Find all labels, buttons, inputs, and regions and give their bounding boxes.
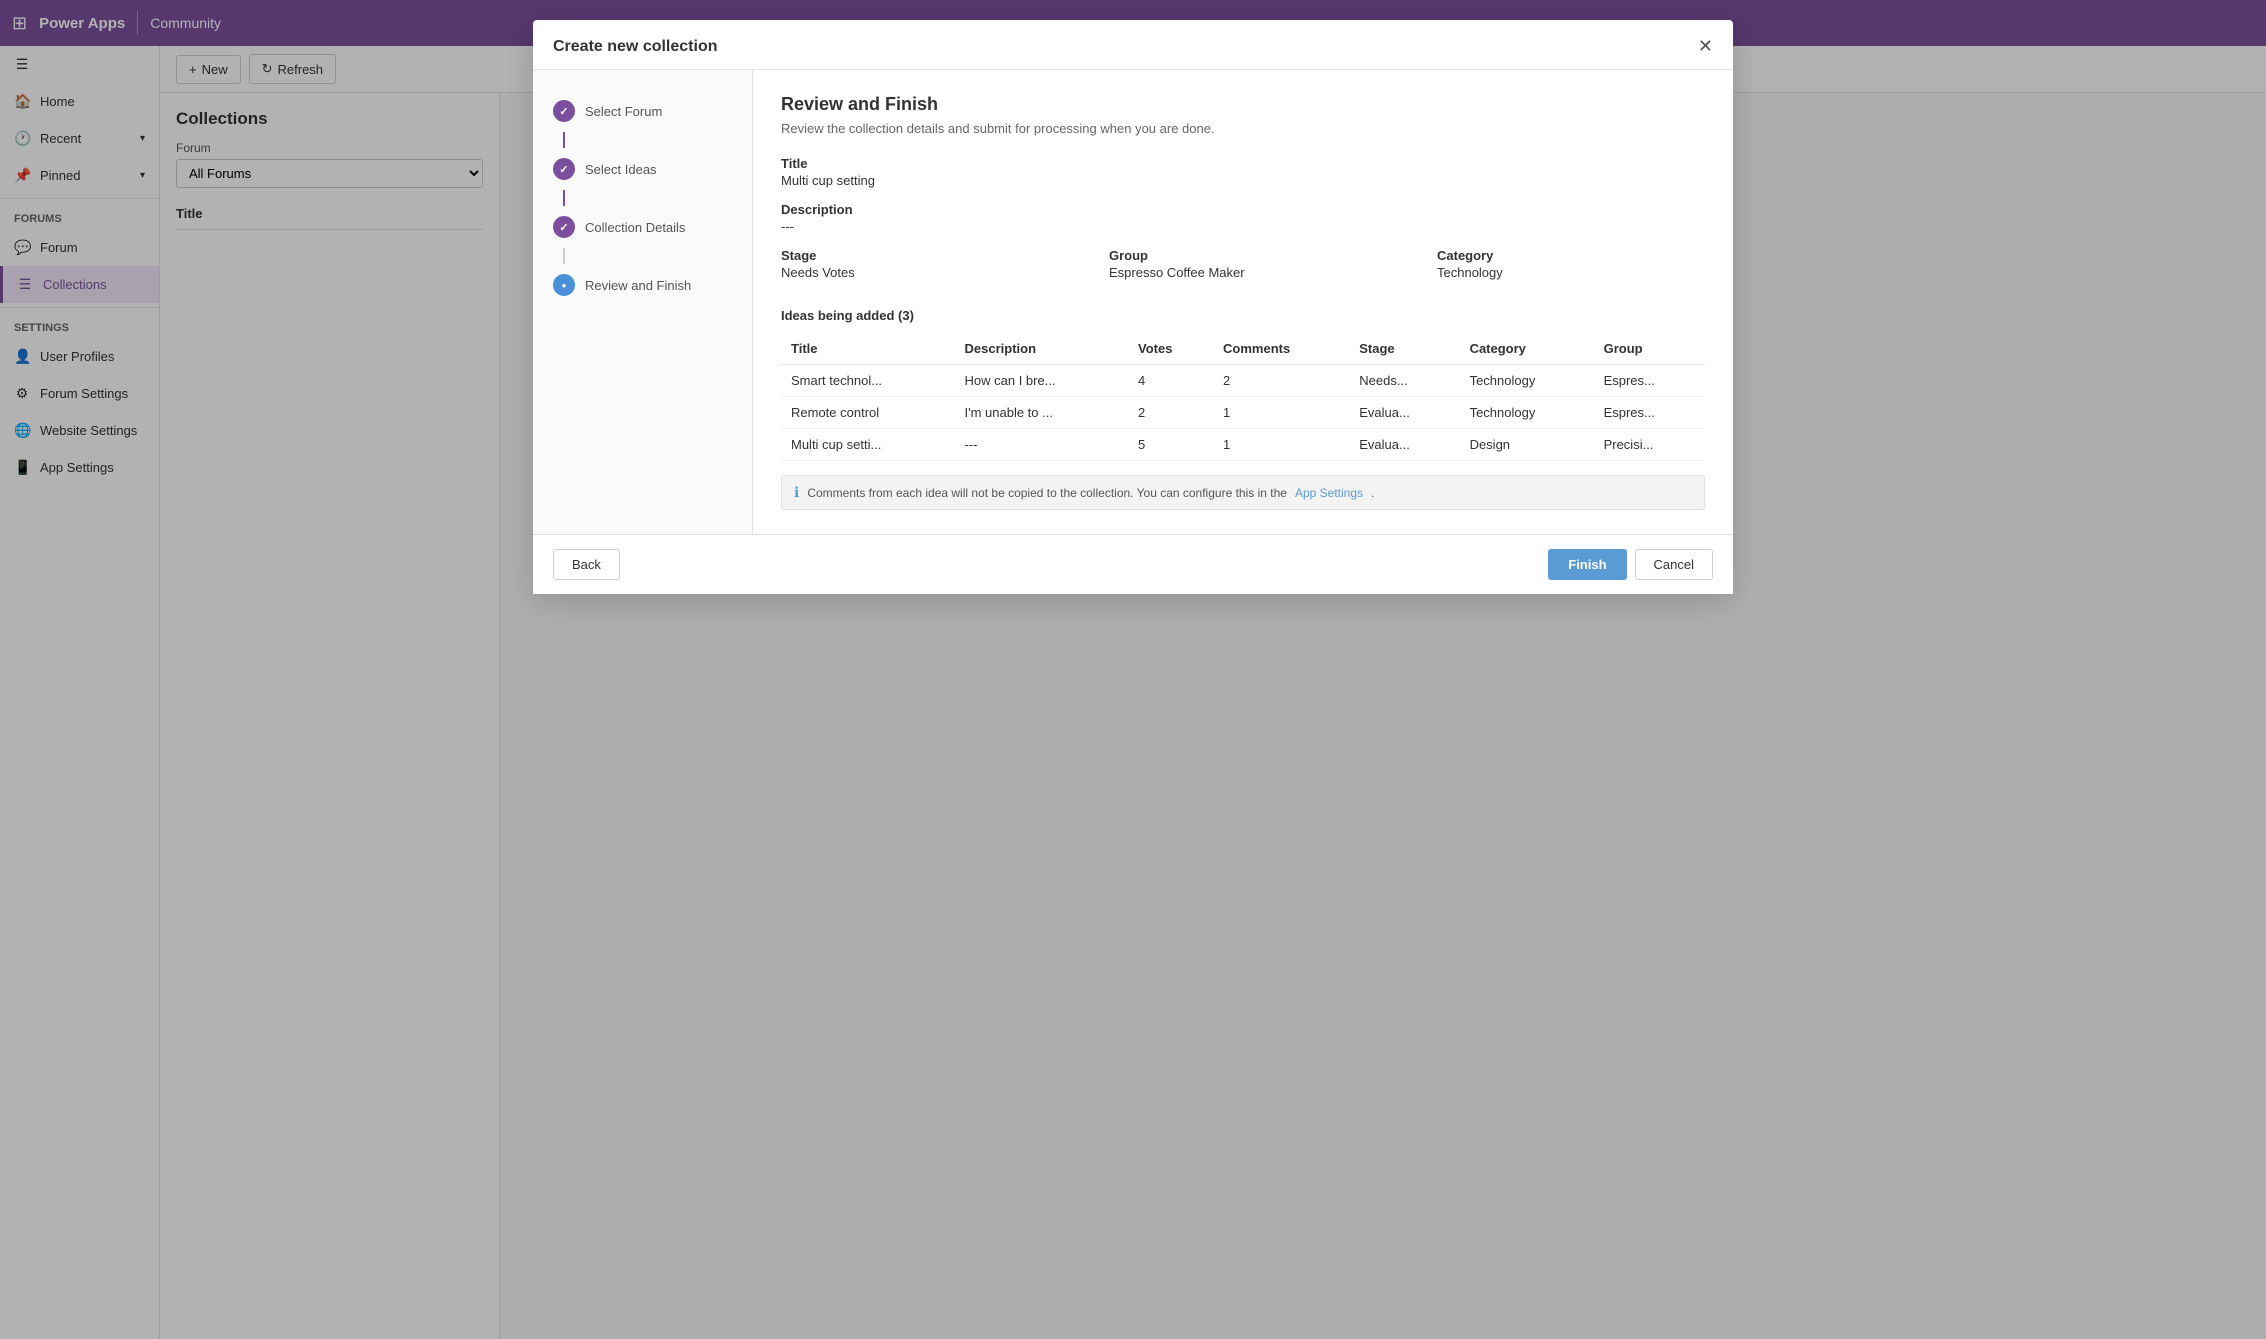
modal-body: Select Forum Select Ideas Collection D: [533, 70, 1733, 534]
wizard-step-collection-details[interactable]: Collection Details: [533, 206, 752, 248]
info-bar: ℹ Comments from each idea will not be co…: [781, 475, 1705, 510]
group-group: Group Espresso Coffee Maker: [1109, 248, 1377, 294]
col-title: Title: [781, 333, 955, 365]
table-row: Multi cup setti...---51Evalua...DesignPr…: [781, 429, 1705, 461]
review-subtitle: Review the collection details and submit…: [781, 121, 1705, 136]
cell-row0-col4: Needs...: [1349, 365, 1459, 397]
stage-group-category-row: Stage Needs Votes Group Espresso Coffee …: [781, 248, 1705, 294]
cell-row2-col2: 5: [1128, 429, 1213, 461]
cell-row1-col4: Evalua...: [1349, 397, 1459, 429]
step4-icon: [553, 274, 575, 296]
step-connector-3: [563, 248, 565, 264]
modal-header: Create new collection ✕: [533, 20, 1733, 70]
table-row: Remote controlI'm unable to ...21Evalua.…: [781, 397, 1705, 429]
step3-label: Collection Details: [585, 220, 685, 235]
cancel-button[interactable]: Cancel: [1635, 549, 1713, 580]
wizard-steps: Select Forum Select Ideas Collection D: [533, 70, 753, 534]
info-text: Comments from each idea will not be copi…: [807, 486, 1287, 500]
cell-row0-col1: How can I bre...: [955, 365, 1129, 397]
col-group: Group: [1594, 333, 1705, 365]
cell-row2-col3: 1: [1213, 429, 1349, 461]
step2-icon: [553, 158, 575, 180]
cell-row0-col0: Smart technol...: [781, 365, 955, 397]
stage-group: Stage Needs Votes: [781, 248, 1049, 294]
modal-title: Create new collection: [553, 38, 718, 56]
info-icon: ℹ: [794, 484, 799, 501]
cell-row1-col0: Remote control: [781, 397, 955, 429]
category-group: Category Technology: [1437, 248, 1705, 294]
modal-close-button[interactable]: ✕: [1698, 36, 1713, 57]
category-label: Category: [1437, 248, 1705, 263]
step-connector-1: [563, 132, 565, 148]
info-link-suffix: .: [1371, 486, 1374, 500]
table-row: Smart technol...How can I bre...42Needs.…: [781, 365, 1705, 397]
col-description: Description: [955, 333, 1129, 365]
title-value: Multi cup setting: [781, 173, 1705, 188]
create-collection-modal: Create new collection ✕ Select Forum: [533, 20, 1733, 594]
cell-row2-col1: ---: [955, 429, 1129, 461]
back-button[interactable]: Back: [553, 549, 620, 580]
stage-label: Stage: [781, 248, 1049, 263]
review-heading: Review and Finish: [781, 94, 1705, 115]
cell-row1-col6: Espres...: [1594, 397, 1705, 429]
cell-row1-col5: Technology: [1460, 397, 1594, 429]
group-value: Espresso Coffee Maker: [1109, 265, 1377, 280]
cell-row1-col2: 2: [1128, 397, 1213, 429]
group-label: Group: [1109, 248, 1377, 263]
dot-icon: [562, 279, 567, 291]
step-connector-2: [563, 190, 565, 206]
ideas-table: Title Description Votes Comments Stage C…: [781, 333, 1705, 461]
stage-value: Needs Votes: [781, 265, 1049, 280]
modal-footer: Back Finish Cancel: [533, 534, 1733, 594]
cell-row2-col0: Multi cup setti...: [781, 429, 955, 461]
wizard-step-select-ideas[interactable]: Select Ideas: [533, 148, 752, 190]
description-value: ---: [781, 219, 1705, 234]
category-value: Technology: [1437, 265, 1705, 280]
title-label: Title: [781, 156, 1705, 171]
cell-row2-col4: Evalua...: [1349, 429, 1459, 461]
ideas-header: Ideas being added (3): [781, 308, 1705, 323]
step3-icon: [553, 216, 575, 238]
col-votes: Votes: [1128, 333, 1213, 365]
step4-label: Review and Finish: [585, 278, 691, 293]
cell-row1-col1: I'm unable to ...: [955, 397, 1129, 429]
cell-row0-col6: Espres...: [1594, 365, 1705, 397]
description-label: Description: [781, 202, 1705, 217]
col-comments: Comments: [1213, 333, 1349, 365]
check-icon-2: [559, 163, 568, 176]
step1-icon: [553, 100, 575, 122]
finish-button[interactable]: Finish: [1548, 549, 1626, 580]
check-icon: [559, 105, 568, 118]
check-icon-3: [559, 221, 568, 234]
footer-right: Finish Cancel: [1548, 549, 1713, 580]
step1-label: Select Forum: [585, 104, 662, 119]
cell-row0-col2: 4: [1128, 365, 1213, 397]
wizard-step-select-forum[interactable]: Select Forum: [533, 90, 752, 132]
cell-row2-col6: Precisi...: [1594, 429, 1705, 461]
col-stage: Stage: [1349, 333, 1459, 365]
app-settings-link[interactable]: App Settings: [1295, 486, 1363, 500]
cell-row0-col5: Technology: [1460, 365, 1594, 397]
step2-label: Select Ideas: [585, 162, 657, 177]
wizard-step-review-finish[interactable]: Review and Finish: [533, 264, 752, 306]
modal-overlay: Create new collection ✕ Select Forum: [0, 0, 2266, 1339]
cell-row0-col3: 2: [1213, 365, 1349, 397]
col-category: Category: [1460, 333, 1594, 365]
modal-review-content: Review and Finish Review the collection …: [753, 70, 1733, 534]
cell-row1-col3: 1: [1213, 397, 1349, 429]
cell-row2-col5: Design: [1460, 429, 1594, 461]
